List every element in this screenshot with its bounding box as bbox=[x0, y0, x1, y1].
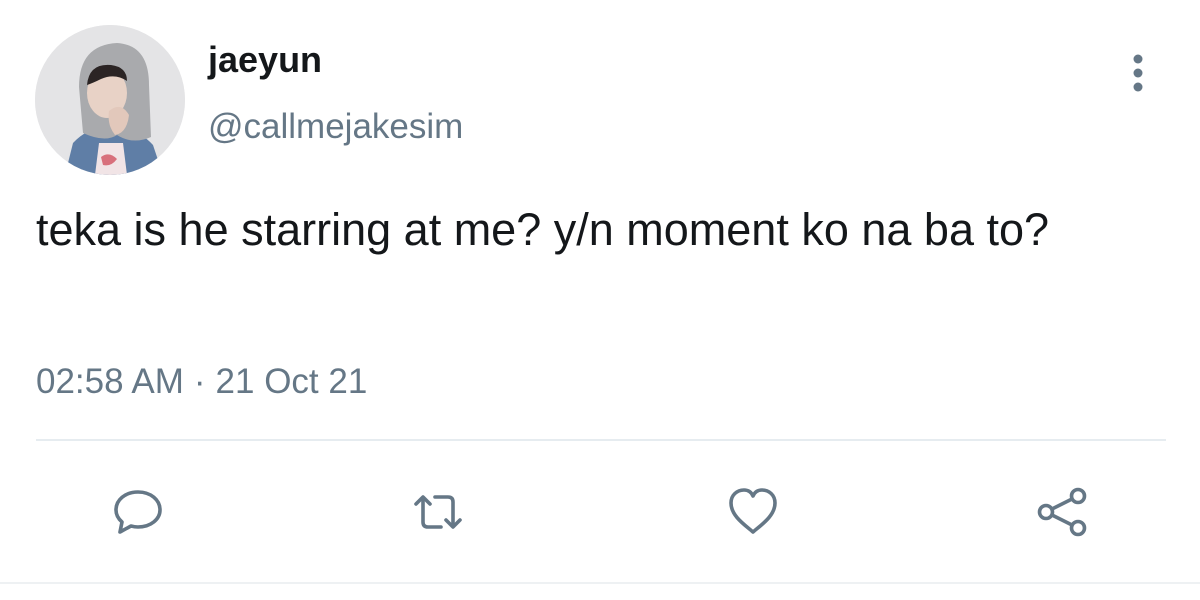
share-nodes-icon bbox=[1037, 487, 1087, 537]
divider bbox=[36, 439, 1166, 441]
display-name[interactable]: jaeyun bbox=[208, 38, 322, 82]
avatar[interactable] bbox=[35, 25, 185, 175]
bottom-divider bbox=[0, 582, 1200, 584]
like-button[interactable] bbox=[723, 482, 783, 542]
retweet-arrows-icon bbox=[414, 495, 462, 529]
reply-button[interactable] bbox=[108, 482, 168, 542]
meta-separator: · bbox=[193, 362, 206, 401]
tweet-timestamp[interactable]: 02:58 AM · 21 Oct 21 bbox=[36, 360, 367, 404]
comment-bubble-icon bbox=[114, 490, 162, 534]
vertical-dots-icon bbox=[1133, 54, 1143, 92]
heart-icon bbox=[729, 488, 777, 534]
tweet-date: 21 Oct 21 bbox=[215, 362, 368, 401]
retweet-button[interactable] bbox=[408, 482, 468, 542]
more-options-button[interactable] bbox=[1118, 50, 1158, 98]
share-button[interactable] bbox=[1033, 482, 1093, 542]
tweet-card: jaeyun @callmejakesim teka is he starrin… bbox=[0, 0, 1200, 600]
tweet-text: teka is he starring at me? y/n moment ko… bbox=[36, 204, 1050, 255]
user-handle[interactable]: @callmejakesim bbox=[208, 105, 463, 149]
tweet-time: 02:58 AM bbox=[36, 362, 184, 401]
avatar-image bbox=[35, 25, 185, 175]
